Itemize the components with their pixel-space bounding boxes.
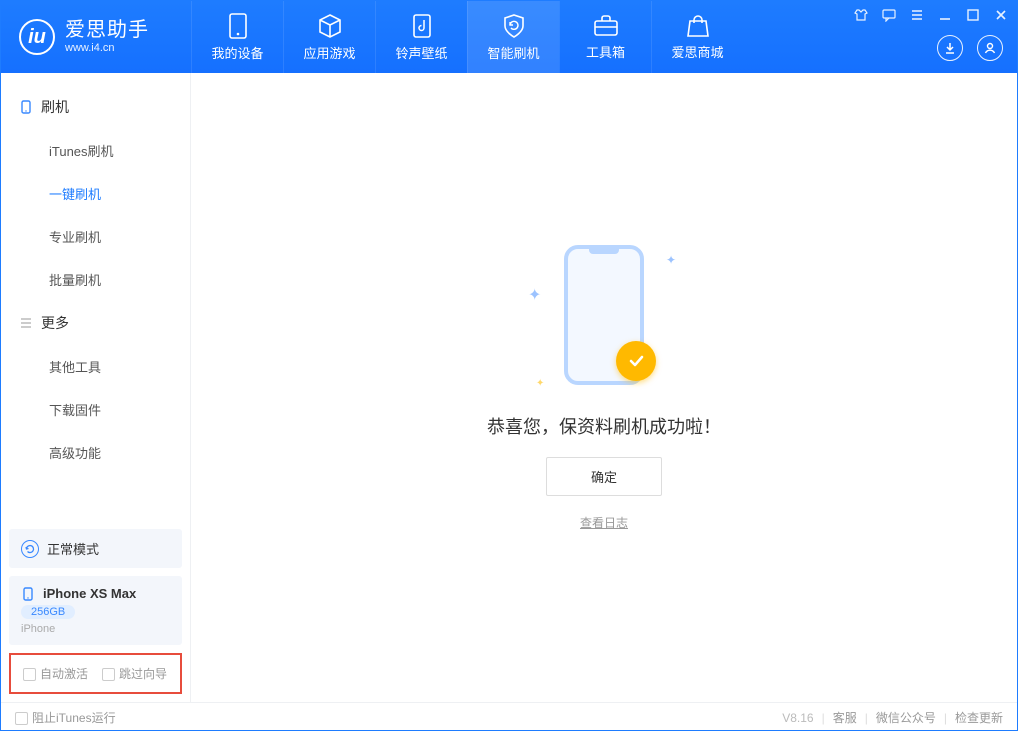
brand-logo-icon: iu [19, 19, 55, 55]
nav-store[interactable]: 爱思商城 [651, 1, 743, 73]
sparkle-icon: ✦ [666, 253, 676, 267]
sidebar-group-flash[interactable]: 刷机 [1, 85, 190, 129]
sidebar-item-itunes-flash[interactable]: iTunes刷机 [1, 129, 190, 172]
check-update-link[interactable]: 检查更新 [955, 709, 1003, 726]
shield-refresh-icon [501, 13, 527, 39]
wechat-link[interactable]: 微信公众号 [876, 709, 936, 726]
close-button[interactable] [993, 7, 1009, 23]
sidebar-item-batch-flash[interactable]: 批量刷机 [1, 258, 190, 301]
skin-icon[interactable] [853, 7, 869, 23]
sidebar-item-pro-flash[interactable]: 专业刷机 [1, 215, 190, 258]
sparkle-icon: ✦ [528, 285, 541, 305]
maximize-button[interactable] [965, 7, 981, 23]
cube-icon [317, 13, 343, 39]
bag-icon [686, 14, 710, 38]
mode-card[interactable]: 正常模式 [9, 529, 182, 568]
feedback-icon[interactable] [881, 7, 897, 23]
phone-icon [19, 100, 33, 114]
sidebar-item-other-tools[interactable]: 其他工具 [1, 345, 190, 388]
version-label: V8.16 [782, 711, 813, 725]
view-log-link[interactable]: 查看日志 [580, 514, 628, 531]
support-link[interactable]: 客服 [833, 709, 857, 726]
nav-ringtones-wallpapers[interactable]: 铃声壁纸 [375, 1, 467, 73]
success-message: 恭喜您，保资料刷机成功啦！ [487, 413, 721, 439]
checkbox-auto-activate[interactable]: 自动激活 [23, 665, 88, 682]
brand-name: 爱思助手 [65, 19, 149, 42]
sparkle-icon: ✦ [536, 378, 544, 389]
nav-apps-games[interactable]: 应用游戏 [283, 1, 375, 73]
user-icon[interactable] [977, 35, 1003, 61]
nav-smart-flash[interactable]: 智能刷机 [467, 1, 559, 73]
checkbox-block-itunes[interactable]: 阻止iTunes运行 [15, 709, 116, 726]
minimize-button[interactable] [937, 7, 953, 23]
menu-icon[interactable] [909, 7, 925, 23]
device-icon [227, 13, 249, 39]
options-highlight-box: 自动激活 跳过向导 [9, 653, 182, 694]
sidebar-item-oneclick-flash[interactable]: 一键刷机 [1, 172, 190, 215]
sidebar: 刷机 iTunes刷机 一键刷机 专业刷机 批量刷机 更多 其他工具 下载固件 … [1, 73, 191, 702]
sidebar-item-download-firmware[interactable]: 下载固件 [1, 388, 190, 431]
brand: iu 爱思助手 www.i4.cn [1, 1, 191, 73]
title-bar: iu 爱思助手 www.i4.cn 我的设备 应用游戏 铃声壁纸 智能刷机 工具… [1, 1, 1017, 73]
window-controls [853, 7, 1009, 23]
success-illustration: ✦ ✦ ✦ [534, 245, 674, 395]
refresh-icon [21, 540, 39, 558]
main-content: ✦ ✦ ✦ 恭喜您，保资料刷机成功啦！ 确定 查看日志 [191, 73, 1017, 702]
ok-button[interactable]: 确定 [546, 457, 662, 496]
capacity-badge: 256GB [21, 605, 75, 619]
check-badge-icon [616, 341, 656, 381]
download-icon[interactable] [937, 35, 963, 61]
top-nav: 我的设备 应用游戏 铃声壁纸 智能刷机 工具箱 爱思商城 [191, 1, 743, 73]
device-small-icon [21, 587, 35, 601]
sidebar-item-advanced[interactable]: 高级功能 [1, 431, 190, 474]
header-actions [937, 35, 1003, 61]
toolbox-icon [592, 14, 620, 38]
nav-my-device[interactable]: 我的设备 [191, 1, 283, 73]
device-card[interactable]: iPhone XS Max 256GB iPhone [9, 576, 182, 645]
nav-toolbox[interactable]: 工具箱 [559, 1, 651, 73]
checkbox-skip-guide[interactable]: 跳过向导 [102, 665, 167, 682]
note-icon [410, 13, 434, 39]
status-bar: 阻止iTunes运行 V8.16 | 客服 | 微信公众号 | 检查更新 [1, 702, 1017, 732]
brand-url: www.i4.cn [65, 42, 149, 55]
sidebar-group-more[interactable]: 更多 [1, 301, 190, 345]
list-icon [19, 316, 33, 330]
